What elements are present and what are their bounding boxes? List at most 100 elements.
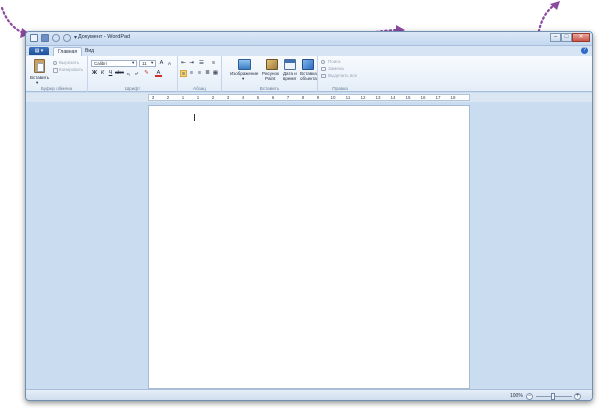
ribbon: Вставить ▾ Вырезать Копировать Буфер обм…: [26, 56, 592, 92]
find-button[interactable]: Поиск: [328, 59, 340, 64]
strikethrough-icon[interactable]: abc: [115, 70, 124, 77]
file-menu-button[interactable]: ▤ ▾: [29, 47, 49, 55]
caption-buttons: – □ ✕: [550, 33, 590, 42]
ruler-tick-label: 15: [405, 95, 411, 100]
ribbon-tabs: ▤ ▾ Главная Вид ?: [26, 46, 592, 56]
replace-button[interactable]: Замена: [328, 66, 344, 71]
redo-icon[interactable]: [63, 34, 71, 42]
copy-button[interactable]: Копировать: [59, 67, 83, 72]
align-left-icon[interactable]: ≡: [180, 70, 187, 77]
highlight-color-icon[interactable]: ✎: [143, 70, 150, 77]
date-time-button-line2[interactable]: время: [283, 76, 296, 81]
quick-access-toolbar: ▾: [30, 34, 80, 42]
increase-indent-icon[interactable]: ⇥: [188, 60, 195, 67]
help-icon[interactable]: ?: [581, 47, 588, 54]
grow-font-icon[interactable]: A: [158, 60, 165, 67]
decrease-indent-icon[interactable]: ⇤: [180, 60, 187, 67]
ruler-tick-label: 2: [211, 95, 215, 100]
ruler-tick-label: 9: [316, 95, 320, 100]
paste-icon[interactable]: [34, 59, 45, 73]
font-family-chevron-icon[interactable]: ▾: [132, 60, 134, 66]
undo-icon[interactable]: [52, 34, 60, 42]
font-size-chevron-icon[interactable]: ▾: [151, 60, 153, 66]
document-workspace: [26, 102, 592, 389]
date-time-icon[interactable]: [284, 59, 296, 70]
maximize-button[interactable]: □: [561, 33, 572, 42]
group-editing: Поиск Замена Выделить все Правка: [318, 56, 362, 92]
ruler-tick-label: 2: [166, 95, 170, 100]
font-family-select[interactable]: Calibri: [91, 60, 137, 67]
underline-button[interactable]: Ч: [107, 70, 114, 77]
text-caret: [194, 114, 195, 121]
ruler-bar: 3 2 1 1 2 3 4 5 6 7 8 9 10 11 12 13 14 15 16 17 18: [26, 93, 592, 102]
select-all-button[interactable]: Выделить все: [328, 73, 357, 78]
app-icon: [30, 34, 38, 42]
arrow-path-left: [0, 6, 28, 36]
ruler-tick-label: 14: [390, 95, 396, 100]
subscript-icon[interactable]: x₂: [125, 70, 132, 77]
superscript-icon[interactable]: x²: [133, 70, 140, 77]
zoom-level: 100%: [510, 393, 523, 399]
copy-icon: [53, 68, 58, 73]
ruler-tick-label: 1: [181, 95, 185, 100]
group-font: Calibri ▾ 11 ▾ A A Ж К Ч abc x₂ x² ✎ A Ш…: [88, 56, 178, 92]
align-center-icon[interactable]: ≡: [188, 70, 195, 77]
zoom-slider-thumb[interactable]: [551, 393, 555, 400]
line-spacing-icon[interactable]: ≡: [210, 60, 217, 67]
picture-dropdown-icon[interactable]: ▾: [242, 76, 244, 82]
font-size-select[interactable]: 11: [139, 60, 156, 67]
cut-button[interactable]: Вырезать: [59, 60, 79, 65]
paint-drawing-button-line2[interactable]: Paint: [265, 76, 275, 81]
ruler-tick-label: 6: [271, 95, 275, 100]
font-color-icon[interactable]: A: [155, 70, 162, 77]
ruler-tick-label: 16: [420, 95, 426, 100]
ruler-tick-label: 8: [301, 95, 305, 100]
ruler-tick-label: 18: [450, 95, 456, 100]
find-icon: [321, 60, 325, 64]
status-bar: 100% − +: [26, 389, 592, 400]
tab-view[interactable]: Вид: [81, 47, 98, 56]
insert-object-button-line2[interactable]: объекта: [300, 76, 317, 81]
scissors-icon: [53, 61, 57, 65]
group-paragraph: ⇤ ⇥ ☰ ≡ ≡ ≡ ≡ ≣ ▦ Абзац: [178, 56, 222, 92]
ruler-tick-label: 3: [151, 95, 155, 100]
paragraph-settings-icon[interactable]: ▦: [212, 70, 219, 77]
group-label-clipboard: Буфер обмена: [40, 86, 73, 91]
ruler-tick-label: 7: [286, 95, 290, 100]
group-label-insert: Вставить: [259, 86, 280, 91]
ruler-tick-label: 5: [256, 95, 260, 100]
minimize-button[interactable]: –: [550, 33, 561, 42]
justify-icon[interactable]: ≣: [204, 70, 211, 77]
ruler-tick-label: 10: [330, 95, 336, 100]
ruler[interactable]: 3 2 1 1 2 3 4 5 6 7 8 9 10 11 12 13 14 15 16 17 18: [148, 94, 470, 101]
picture-icon[interactable]: [238, 59, 251, 70]
italic-button[interactable]: К: [99, 70, 106, 77]
ruler-tick-label: 12: [360, 95, 366, 100]
close-button[interactable]: ✕: [572, 33, 590, 42]
group-label-paragraph: Абзац: [193, 86, 206, 91]
group-clipboard: Вставить ▾ Вырезать Копировать Буфер обм…: [26, 56, 88, 92]
shrink-font-icon[interactable]: A: [166, 60, 173, 67]
ruler-tick-label: 3: [226, 95, 230, 100]
zoom-in-button[interactable]: +: [574, 393, 581, 400]
insert-object-icon[interactable]: [302, 59, 314, 70]
group-label-editing: Правка: [332, 86, 348, 91]
paint-drawing-icon[interactable]: [266, 59, 278, 70]
paste-button[interactable]: Вставить: [30, 75, 49, 80]
ruler-tick-label: 1: [196, 95, 200, 100]
zoom-out-button[interactable]: −: [526, 393, 533, 400]
wordpad-window: ▾ Документ - WordPad – □ ✕ ▤ ▾ Главная В…: [25, 31, 593, 401]
align-right-icon[interactable]: ≡: [196, 70, 203, 77]
bullet-list-icon[interactable]: ☰: [198, 60, 205, 67]
bold-button[interactable]: Ж: [91, 70, 98, 77]
ruler-tick-label: 11: [345, 95, 351, 100]
ruler-tick-label: 17: [435, 95, 441, 100]
document-page[interactable]: [148, 105, 470, 389]
tab-home[interactable]: Главная: [53, 47, 83, 56]
window-title: Документ - WordPad: [78, 34, 131, 40]
save-icon[interactable]: [41, 34, 49, 42]
select-all-icon: [321, 74, 326, 78]
ruler-tick-label: 4: [241, 95, 245, 100]
group-label-font: Шрифт: [124, 86, 141, 91]
ruler-tick-label: 13: [375, 95, 381, 100]
